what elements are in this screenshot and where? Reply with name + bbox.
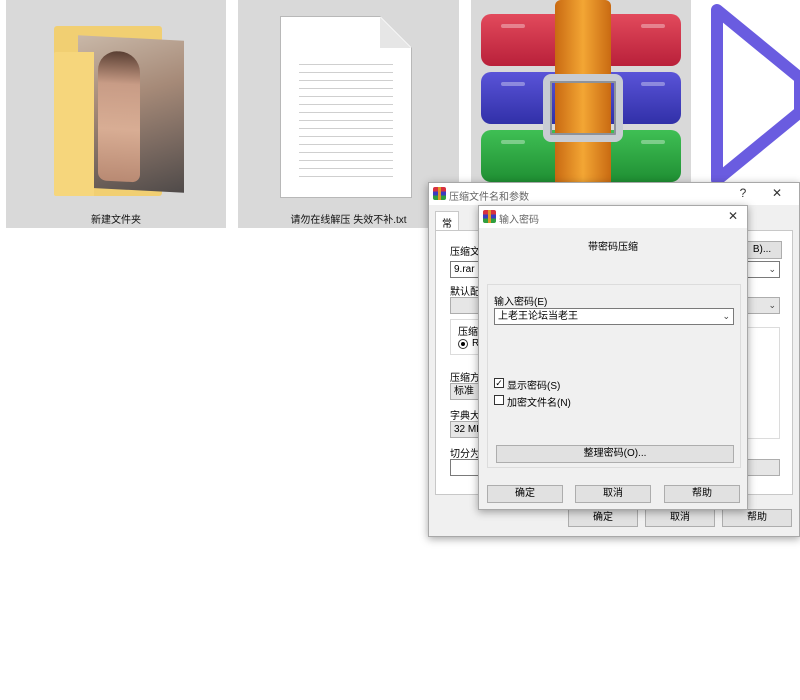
desktop-item-label: 请勿在线解压 失效不补.txt bbox=[290, 215, 407, 226]
chevron-down-icon[interactable]: ⌄ bbox=[768, 262, 776, 277]
cancel-button[interactable]: 取消 bbox=[575, 485, 651, 503]
play-icon bbox=[711, 4, 800, 186]
title-bar[interactable]: 输入密码 ✕ bbox=[479, 206, 747, 228]
dialog-title: 输入密码 bbox=[499, 215, 539, 226]
format-radio-rar[interactable] bbox=[458, 339, 468, 349]
desktop-item-text-file[interactable]: 请勿在线解压 失效不补.txt bbox=[238, 0, 459, 228]
winrar-icon bbox=[433, 187, 446, 200]
dialog-heading: 带密码压缩 bbox=[588, 242, 638, 253]
password-dialog: 输入密码 ✕ 带密码压缩 输入密码(E) 上老王论坛当老王 ⌄ ✓ 显示密码(S… bbox=[478, 205, 748, 510]
cancel-button[interactable]: 取消 bbox=[645, 509, 715, 527]
close-icon[interactable]: ✕ bbox=[725, 209, 741, 223]
method-label: 压缩方 bbox=[450, 373, 480, 384]
show-password-checkbox[interactable]: ✓ bbox=[494, 378, 504, 388]
ok-button[interactable]: 确定 bbox=[568, 509, 638, 527]
default-profile-label: 默认配 bbox=[450, 287, 480, 298]
tab-general[interactable]: 常规 bbox=[435, 211, 459, 245]
help-icon[interactable]: ? bbox=[735, 186, 751, 200]
organize-passwords-button[interactable]: 整理密码(O)... bbox=[496, 445, 734, 463]
chevron-down-icon[interactable]: ⌄ bbox=[768, 298, 776, 313]
ok-button[interactable]: 确定 bbox=[487, 485, 563, 503]
encrypt-filenames-checkbox[interactable] bbox=[494, 395, 504, 405]
desktop-item-folder[interactable]: 新建文件夹 bbox=[6, 0, 226, 228]
desktop-item-label: 新建文件夹 bbox=[91, 215, 141, 226]
close-icon[interactable]: ✕ bbox=[769, 186, 785, 200]
title-bar[interactable]: 压缩文件名和参数 ? ✕ bbox=[429, 183, 799, 205]
password-label: 输入密码(E) bbox=[494, 297, 548, 308]
encrypt-filenames-label: 加密文件名(N) bbox=[507, 398, 571, 409]
password-panel: 输入密码(E) 上老王论坛当老王 ⌄ ✓ 显示密码(S) 加密文件名(N) 整理… bbox=[487, 284, 741, 468]
help-button[interactable]: 帮助 bbox=[664, 485, 740, 503]
browse-button[interactable]: B)... bbox=[742, 241, 782, 259]
show-password-label: 显示密码(S) bbox=[507, 381, 561, 392]
winrar-icon bbox=[483, 210, 496, 223]
text-file-icon bbox=[280, 16, 412, 198]
dialog-title: 压缩文件名和参数 bbox=[449, 192, 529, 203]
help-button[interactable]: 帮助 bbox=[722, 509, 792, 527]
format-group-label: 压缩 bbox=[458, 323, 478, 338]
chevron-down-icon[interactable]: ⌄ bbox=[722, 309, 730, 324]
archive-name-label: 压缩文 bbox=[450, 247, 480, 258]
password-input[interactable]: 上老王论坛当老王 ⌄ bbox=[494, 308, 734, 325]
split-label: 切分为 bbox=[450, 449, 480, 460]
dictionary-label: 字典大 bbox=[450, 411, 480, 422]
